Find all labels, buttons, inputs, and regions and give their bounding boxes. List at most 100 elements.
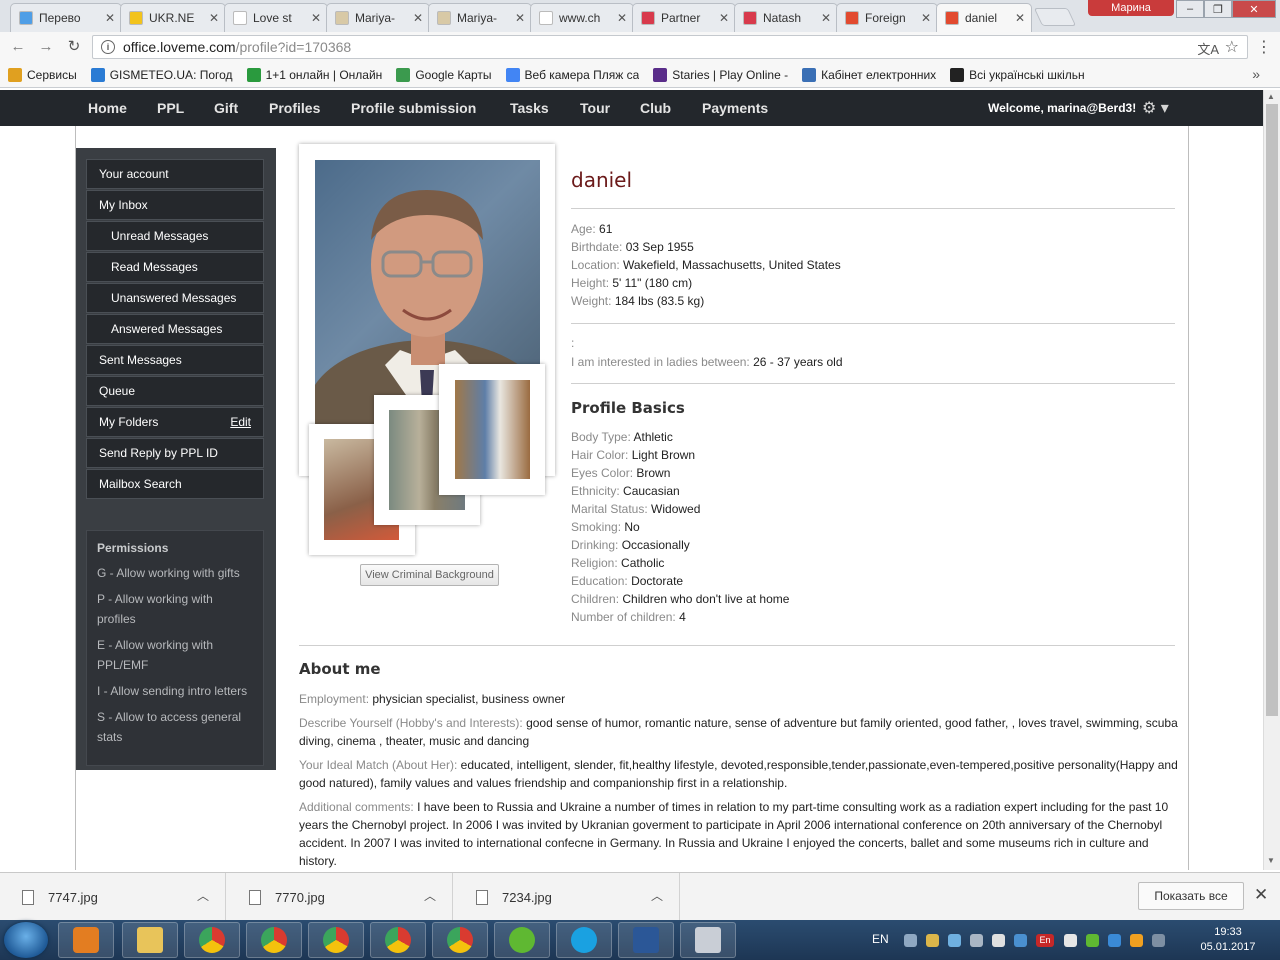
nav-ppl[interactable]: PPL — [157, 90, 184, 126]
browser-profile-chip[interactable]: Марина — [1088, 0, 1174, 16]
browser-tab[interactable]: Partner ✕ — [632, 3, 736, 32]
taskbar-chrome-2[interactable] — [246, 922, 302, 958]
bookmark-item[interactable]: Сервисы — [8, 67, 77, 82]
address-bar[interactable]: i office.loveme.com/profile?id=170368 文A… — [92, 35, 1248, 59]
nav-profiles[interactable]: Profiles — [269, 90, 320, 126]
minimize-button[interactable]: – — [1176, 0, 1204, 18]
edit-folders-link[interactable]: Edit — [230, 408, 251, 436]
site-info-icon[interactable]: i — [101, 40, 115, 54]
taskbar-explorer[interactable] — [122, 922, 178, 958]
show-all-downloads-button[interactable]: Показать все — [1138, 882, 1244, 910]
tab-close-icon[interactable]: ✕ — [617, 11, 627, 25]
tab-close-icon[interactable]: ✕ — [719, 11, 729, 25]
settings-gear-icon[interactable]: ⚙ ▾ — [1142, 98, 1169, 118]
bookmark-item[interactable]: Кабінет електронних — [802, 67, 936, 82]
browser-tab[interactable]: Love st ✕ — [224, 3, 328, 32]
bookmark-item[interactable]: Веб камера Пляж са — [505, 67, 639, 82]
window-close-button[interactable]: ✕ — [1232, 0, 1276, 18]
sidebar-item[interactable]: Queue — [86, 376, 264, 406]
download-item[interactable]: 7770.jpg ︿ — [227, 873, 453, 921]
tray-lang-icon[interactable]: En — [1036, 934, 1054, 947]
download-item[interactable]: 7234.jpg ︿ — [454, 873, 680, 921]
close-downloads-icon[interactable]: ✕ — [1254, 885, 1268, 905]
bookmark-star-icon[interactable]: ☆ — [1225, 37, 1239, 57]
taskbar-chrome-3[interactable] — [308, 922, 364, 958]
bookmark-item[interactable]: Всі українські шкільн — [950, 67, 1085, 82]
taskbar-chrome-5[interactable] — [432, 922, 488, 958]
tab-close-icon[interactable]: ✕ — [821, 11, 831, 25]
thumbnail-photo-3[interactable] — [439, 364, 545, 495]
tray-icon[interactable] — [1108, 934, 1121, 947]
browser-tab[interactable]: Mariya- ✕ — [428, 3, 532, 32]
nav-payments[interactable]: Payments — [702, 90, 768, 126]
maximize-button[interactable]: ❐ — [1204, 0, 1232, 18]
browser-tab[interactable]: www.ch ✕ — [530, 3, 634, 32]
sidebar-item[interactable]: Mailbox Search — [86, 469, 264, 499]
download-item[interactable]: 7747.jpg ︿ — [0, 873, 226, 921]
bookmark-item[interactable]: Google Карты — [396, 67, 492, 82]
tab-close-icon[interactable]: ✕ — [311, 11, 321, 25]
tab-close-icon[interactable]: ✕ — [209, 11, 219, 25]
sidebar-item[interactable]: Unanswered Messages — [86, 283, 264, 313]
taskbar-chrome-4[interactable] — [370, 922, 426, 958]
browser-menu-icon[interactable]: ⋮ — [1256, 37, 1272, 57]
download-menu-icon[interactable]: ︿ — [197, 887, 209, 904]
sidebar-item[interactable]: My Folders Edit — [86, 407, 264, 437]
tray-icon[interactable] — [1014, 934, 1027, 947]
tray-icon[interactable] — [926, 934, 939, 947]
language-indicator[interactable]: EN — [872, 932, 889, 946]
nav-profile-submission[interactable]: Profile submission — [351, 90, 476, 126]
sidebar-item[interactable]: Unread Messages — [86, 221, 264, 251]
sidebar-item[interactable]: Send Reply by PPL ID — [86, 438, 264, 468]
reload-icon[interactable]: ↻ — [64, 38, 84, 56]
tray-icon[interactable] — [1086, 934, 1099, 947]
sidebar-item[interactable]: Answered Messages — [86, 314, 264, 344]
nav-tasks[interactable]: Tasks — [510, 90, 549, 126]
tray-icon[interactable] — [948, 934, 961, 947]
tray-icon[interactable] — [1064, 934, 1077, 947]
tray-icon[interactable] — [1152, 934, 1165, 947]
page-scrollbar[interactable]: ▲ ▼ — [1263, 90, 1280, 870]
taskbar-media-player[interactable] — [58, 922, 114, 958]
taskbar-chrome-1[interactable] — [184, 922, 240, 958]
browser-tab[interactable]: Foreign ✕ — [836, 3, 938, 32]
translate-icon[interactable]: 文A — [1197, 39, 1219, 58]
view-criminal-background-button[interactable]: View Criminal Background — [360, 564, 499, 586]
sidebar-item[interactable]: Your account — [86, 159, 264, 189]
nav-club[interactable]: Club — [640, 90, 671, 126]
tab-close-icon[interactable]: ✕ — [921, 11, 931, 25]
tab-close-icon[interactable]: ✕ — [105, 11, 115, 25]
taskbar-utorrent[interactable] — [494, 922, 550, 958]
nav-gift[interactable]: Gift — [214, 90, 238, 126]
forward-icon[interactable]: → — [36, 38, 56, 56]
browser-tab[interactable]: Перево ✕ — [10, 3, 122, 32]
sidebar-item[interactable]: Read Messages — [86, 252, 264, 282]
tray-icon[interactable] — [1130, 934, 1143, 947]
browser-tab[interactable]: daniel ✕ — [936, 3, 1032, 32]
scroll-up-icon[interactable]: ▲ — [1267, 92, 1275, 101]
back-icon[interactable]: ← — [8, 38, 28, 56]
taskbar-calculator[interactable] — [680, 922, 736, 958]
browser-tab[interactable]: Natash ✕ — [734, 3, 838, 32]
bookmark-item[interactable]: Staries | Play Online - — [653, 67, 788, 82]
tray-icon[interactable] — [992, 934, 1005, 947]
tab-close-icon[interactable]: ✕ — [515, 11, 525, 25]
tab-close-icon[interactable]: ✕ — [1015, 11, 1025, 25]
browser-tab[interactable]: UKR.NE ✕ — [120, 3, 226, 32]
tray-icon[interactable] — [904, 934, 917, 947]
scrollbar-thumb[interactable] — [1266, 104, 1278, 716]
tray-icon[interactable] — [970, 934, 983, 947]
taskbar-word[interactable] — [618, 922, 674, 958]
bookmarks-overflow-icon[interactable]: » — [1252, 66, 1260, 82]
nav-tour[interactable]: Tour — [580, 90, 610, 126]
scroll-down-icon[interactable]: ▼ — [1267, 856, 1275, 865]
start-button[interactable] — [4, 922, 48, 958]
nav-home[interactable]: Home — [88, 90, 127, 126]
bookmark-item[interactable]: GISMETEO.UA: Погод — [90, 67, 233, 82]
bookmark-item[interactable]: 1+1 онлайн | Онлайн — [246, 67, 382, 82]
sidebar-item[interactable]: My Inbox — [86, 190, 264, 220]
download-menu-icon[interactable]: ︿ — [651, 887, 663, 904]
download-menu-icon[interactable]: ︿ — [424, 887, 436, 904]
taskbar-skype[interactable] — [556, 922, 612, 958]
clock[interactable]: 19:33 05.01.2017 — [1198, 925, 1258, 955]
